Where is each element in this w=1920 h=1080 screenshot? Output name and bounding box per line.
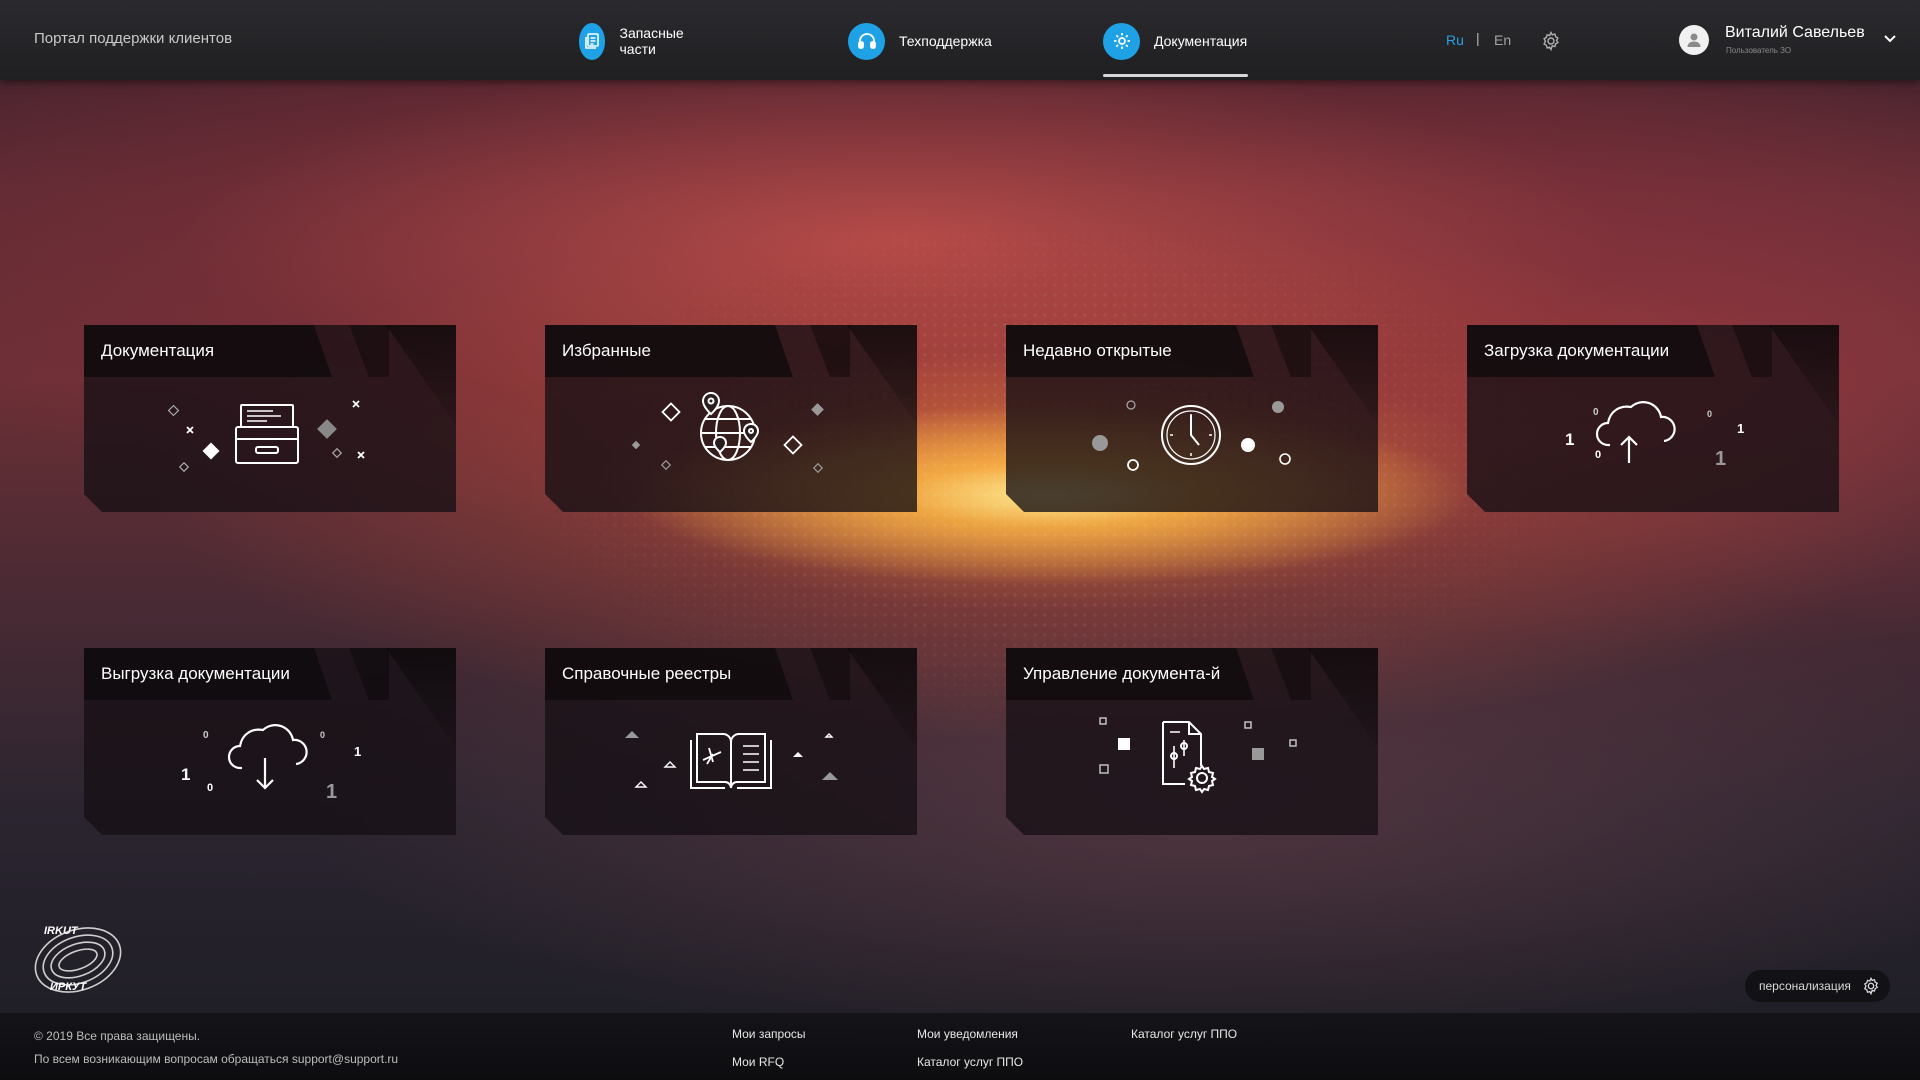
- digit-one-text: 1: [326, 781, 337, 803]
- tile-title: Избранные: [562, 341, 651, 360]
- digit-zero-text: 0: [320, 730, 325, 740]
- nav-tech-support[interactable]: Техподдержка: [848, 21, 992, 61]
- headset-icon: [848, 22, 885, 60]
- nav-tech-support-label: Техподдержка: [899, 33, 992, 49]
- digit-one-text: 1: [1715, 448, 1726, 470]
- logo-top-text: IRKUT: [44, 925, 79, 937]
- avatar[interactable]: [1679, 25, 1709, 55]
- tile-title: Загрузка документации: [1484, 341, 1670, 360]
- lang-ru[interactable]: Ru: [1446, 32, 1464, 48]
- top-header: Портал поддержки клиентов Запасные части: [0, 0, 1920, 80]
- gear-icon[interactable]: [1541, 31, 1561, 51]
- nav-spare-parts-label: Запасные части: [619, 25, 684, 57]
- cloud-upload-icon: 1 0 0 0 1 1: [1467, 385, 1839, 505]
- user-icon: [1687, 33, 1701, 47]
- footer-link-my-requests[interactable]: Мои запросы: [732, 1027, 806, 1041]
- nav-spare-parts[interactable]: Запасные части: [579, 21, 694, 61]
- globe-pins-icon: [545, 385, 917, 505]
- footer-link-service-catalog-2[interactable]: Каталог услуг ППО: [917, 1055, 1023, 1069]
- tile-title: Выгрузка документации: [101, 664, 290, 683]
- tile-reference-registers[interactable]: Справочные реестры: [545, 648, 917, 835]
- footer-link-my-rfq[interactable]: Мои RFQ: [732, 1055, 784, 1069]
- tile-favorites[interactable]: Избранные: [545, 325, 917, 512]
- document-settings-icon: [1006, 708, 1378, 828]
- digit-one-text: 1: [1737, 421, 1744, 436]
- tile-title: Недавно открытые: [1023, 341, 1172, 360]
- tile-export-documentation[interactable]: Выгрузка документации 1 0 0 0 1 1: [84, 648, 456, 835]
- personalization-button[interactable]: персонализация: [1745, 970, 1890, 1002]
- copyright-text: © 2019 Все права защищены.: [34, 1029, 201, 1043]
- portal-title: Портал поддержки клиентов: [34, 30, 233, 47]
- gear-icon: [1863, 977, 1879, 995]
- nav-documentation-label: Документация: [1154, 33, 1248, 49]
- nav-documentation[interactable]: Документация: [1103, 21, 1247, 61]
- user-role: Пользователь ЗО: [1726, 46, 1792, 55]
- tile-title: Справочные реестры: [562, 664, 732, 683]
- parts-document-icon: [579, 22, 606, 60]
- lang-en[interactable]: En: [1494, 32, 1511, 48]
- tile-documentation[interactable]: Документация: [84, 325, 456, 512]
- digit-one-text: 1: [354, 744, 361, 759]
- digit-one-text: 1: [181, 765, 190, 784]
- digit-zero-text: 0: [203, 730, 209, 741]
- tile-title: Документация: [101, 341, 215, 360]
- digit-zero-text: 0: [1593, 407, 1599, 418]
- digit-one-text: 1: [1565, 430, 1574, 449]
- digit-zero-text: 0: [207, 782, 213, 794]
- gear-document-icon: [1103, 22, 1140, 60]
- archive-drawer-icon: [84, 385, 456, 505]
- contact-text: По всем возникающим вопросам обращаться …: [34, 1052, 399, 1066]
- footer-link-service-catalog[interactable]: Каталог услуг ППО: [1131, 1027, 1237, 1041]
- cloud-download-icon: 1 0 0 0 1 1: [84, 708, 456, 828]
- footer: [0, 1013, 1920, 1080]
- active-nav-indicator: [1103, 74, 1248, 77]
- irkut-logo: IRKUT ИРКУТ: [34, 925, 122, 993]
- personalization-label: персонализация: [1759, 979, 1851, 993]
- clock-icon: [1006, 385, 1378, 505]
- tile-upload-documentation[interactable]: Загрузка документации 1 0 0 0 1 1: [1467, 325, 1839, 512]
- book-plane-icon: [545, 708, 917, 828]
- tile-recently-opened[interactable]: Недавно открытые: [1006, 325, 1378, 512]
- chevron-down-icon[interactable]: [1883, 34, 1897, 44]
- tile-title: Управление документа-й: [1023, 664, 1221, 683]
- digit-zero-text: 0: [1707, 409, 1712, 419]
- digit-zero-text: 0: [1595, 449, 1601, 461]
- tile-document-management[interactable]: Управление документа-й: [1006, 648, 1378, 835]
- footer-link-my-notifications[interactable]: Мои уведомления: [917, 1027, 1018, 1041]
- user-name[interactable]: Виталий Савельев: [1725, 24, 1865, 42]
- lang-separator: |: [1476, 30, 1480, 46]
- logo-bottom-text: ИРКУТ: [50, 981, 87, 993]
